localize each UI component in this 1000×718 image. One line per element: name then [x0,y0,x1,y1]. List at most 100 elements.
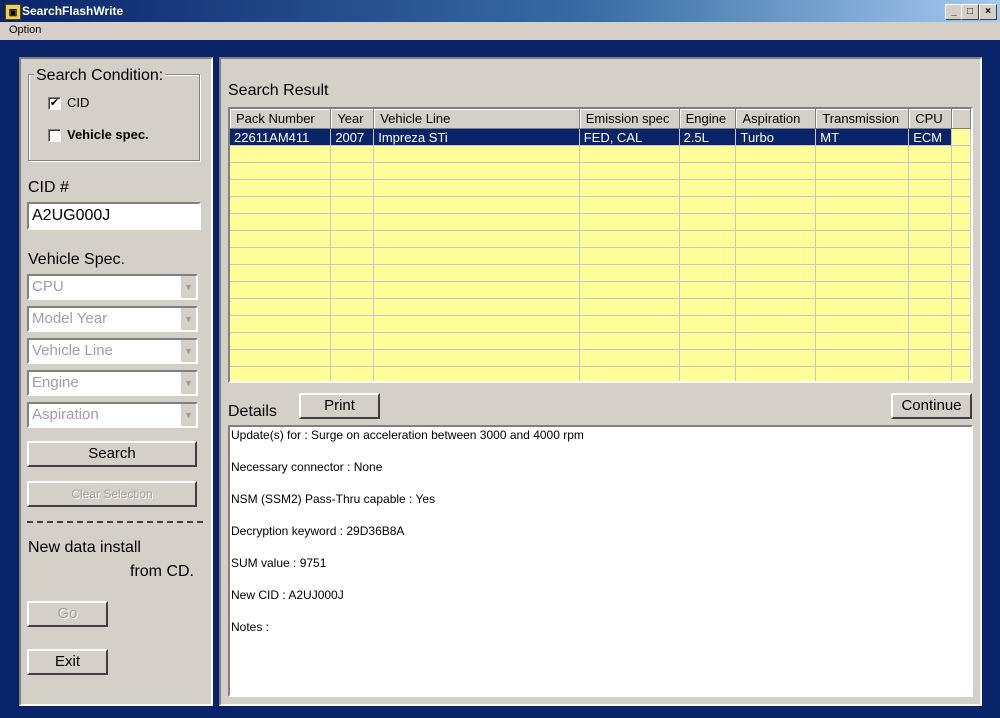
go-button[interactable]: Go [27,601,108,627]
empty-table-cell [735,349,817,367]
empty-table-row [230,213,971,231]
cpu-dropdown[interactable]: CPU ▼ [27,274,198,300]
empty-table-cell [330,213,375,231]
column-header[interactable]: Engine [679,109,737,129]
empty-table-cell [230,179,332,197]
empty-table-cell [735,281,817,299]
vehicle-spec-checkbox[interactable] [48,129,61,142]
menu-option[interactable]: Option [9,24,41,36]
empty-table-cell [579,162,680,180]
column-header[interactable]: Vehicle Line [373,109,580,129]
empty-table-row [230,230,971,248]
empty-table-cell [373,145,580,163]
column-header[interactable]: Emission spec [579,109,680,129]
column-header-filler [951,109,971,129]
empty-table-cell [951,332,971,350]
chevron-down-icon[interactable]: ▼ [180,372,196,394]
empty-table-cell [579,315,680,333]
chevron-down-icon[interactable]: ▼ [180,308,196,330]
column-header[interactable]: Year [330,109,375,129]
chevron-down-icon[interactable]: ▼ [180,404,196,426]
empty-table-cell [735,315,817,333]
empty-table-cell [908,162,953,180]
close-button[interactable]: × [979,4,997,20]
empty-table-cell [330,179,375,197]
empty-table-cell [815,230,910,248]
column-header[interactable]: Transmission [815,109,910,129]
model-year-dropdown[interactable]: Model Year ▼ [27,306,198,332]
menu-bar: Option [0,22,1000,40]
column-header[interactable]: Aspiration [735,109,817,129]
empty-table-cell [579,145,680,163]
clear-selection-button[interactable]: Clear Selection [27,481,197,507]
search-button[interactable]: Search [27,441,197,467]
empty-table-cell [735,264,817,282]
empty-table-row [230,349,971,367]
table-row[interactable]: 22611AM411 2007 Impreza STi FED, CAL 2.5… [230,128,971,146]
model-year-dropdown-text: Model Year [32,310,108,327]
cid-checkbox[interactable]: ✔ [48,97,61,110]
details-line: Decryption keyword : 29D36B8A [231,524,405,538]
empty-table-cell [679,162,737,180]
empty-table-cell [679,179,737,197]
empty-table-cell [373,332,580,350]
empty-table-cell [951,179,971,197]
engine-dropdown[interactable]: Engine ▼ [27,370,198,396]
empty-table-cell [230,366,332,381]
empty-table-cell [230,264,332,282]
empty-table-cell [679,213,737,231]
continue-button[interactable]: Continue [891,393,972,419]
column-header[interactable]: Pack Number [230,109,332,129]
empty-table-cell [679,281,737,299]
vehicle-line-dropdown[interactable]: Vehicle Line ▼ [27,338,198,364]
column-header[interactable]: CPU [908,109,953,129]
cid-checkbox-label: CID [67,95,90,110]
search-result-grid[interactable]: Pack Number Year Vehicle Line Emission s… [228,107,973,383]
empty-table-cell [679,264,737,282]
empty-table-cell [908,349,953,367]
empty-table-row [230,196,971,214]
cid-input[interactable]: A2UG000J [27,202,201,230]
empty-table-cell [908,298,953,316]
empty-table-cell [579,196,680,214]
search-condition-group [28,74,200,161]
details-text-area[interactable]: Update(s) for : Surge on acceleration be… [228,425,973,697]
empty-table-cell [951,264,971,282]
vehicle-spec-label: Vehicle Spec. [28,251,125,268]
empty-table-cell [230,247,332,265]
empty-table-row [230,332,971,350]
table-header: Pack Number Year Vehicle Line Emission s… [230,109,971,129]
chevron-down-icon[interactable]: ▼ [180,340,196,362]
empty-table-cell [330,349,375,367]
empty-table-cell [679,298,737,316]
maximize-button[interactable]: □ [961,4,979,20]
empty-table-cell [679,315,737,333]
empty-table-cell [330,315,375,333]
empty-table-cell [373,315,580,333]
empty-table-cell [735,145,817,163]
empty-table-cell [373,213,580,231]
table-cell: Impreza STi [373,128,580,146]
empty-table-cell [815,332,910,350]
details-line: SUM value : 9751 [231,556,327,570]
empty-table-cell [579,281,680,299]
aspiration-dropdown[interactable]: Aspiration ▼ [27,402,198,428]
details-line: Necessary connector : None [231,460,383,474]
empty-table-cell [735,162,817,180]
empty-table-cell [230,349,332,367]
empty-table-cell [579,213,680,231]
empty-table-cell [679,366,737,381]
empty-table-cell [679,196,737,214]
empty-table-row [230,366,971,381]
empty-table-cell [908,230,953,248]
empty-table-cell [951,196,971,214]
empty-table-row [230,281,971,299]
empty-table-cell [815,366,910,381]
search-result-table: Pack Number Year Vehicle Line Emission s… [230,109,971,381]
empty-table-cell [679,247,737,265]
title-bar[interactable]: ▣ SearchFlashWrite _ □ × [0,0,1000,22]
exit-button[interactable]: Exit [27,649,108,675]
print-button[interactable]: Print [299,393,380,419]
empty-table-row [230,145,971,163]
chevron-down-icon[interactable]: ▼ [180,276,196,298]
